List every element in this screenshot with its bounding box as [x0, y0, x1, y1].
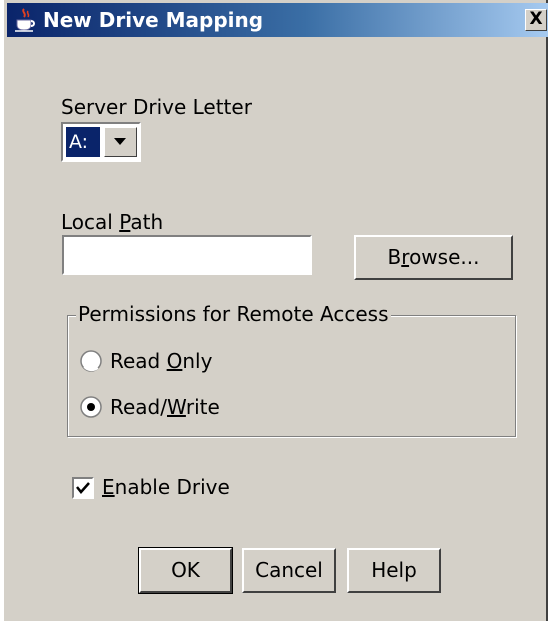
close-icon: X	[529, 9, 543, 29]
read-only-label[interactable]: Read Only	[110, 349, 212, 373]
cancel-button[interactable]: Cancel	[242, 548, 336, 593]
read-write-label[interactable]: Read/Write	[110, 395, 220, 419]
local-path-label: Local Path	[61, 210, 164, 234]
enable-drive-label[interactable]: Enable Drive	[102, 475, 230, 499]
checkmark-icon	[76, 482, 90, 494]
read-write-radio[interactable]	[80, 396, 102, 418]
java-cup-icon	[13, 8, 37, 32]
browse-button[interactable]: Browse...	[354, 235, 513, 280]
permissions-group-title: Permissions for Remote Access	[76, 302, 391, 326]
title-bar[interactable]: New Drive Mapping X	[7, 3, 548, 37]
close-button[interactable]: X	[525, 9, 547, 31]
read-only-radio[interactable]	[80, 350, 102, 372]
chevron-down-icon	[114, 138, 126, 145]
help-button[interactable]: Help	[347, 548, 441, 593]
drive-letter-selected: A:	[66, 127, 100, 157]
window-title: New Drive Mapping	[43, 8, 264, 32]
local-path-input[interactable]	[62, 235, 312, 275]
dialog-window: New Drive Mapping X Server Drive Letter …	[2, 0, 548, 621]
ok-button[interactable]: OK	[138, 547, 233, 594]
dropdown-button[interactable]	[104, 127, 137, 157]
server-drive-letter-label: Server Drive Letter	[61, 95, 252, 119]
drive-letter-combobox[interactable]: A:	[61, 122, 141, 162]
enable-drive-checkbox[interactable]	[72, 477, 94, 499]
